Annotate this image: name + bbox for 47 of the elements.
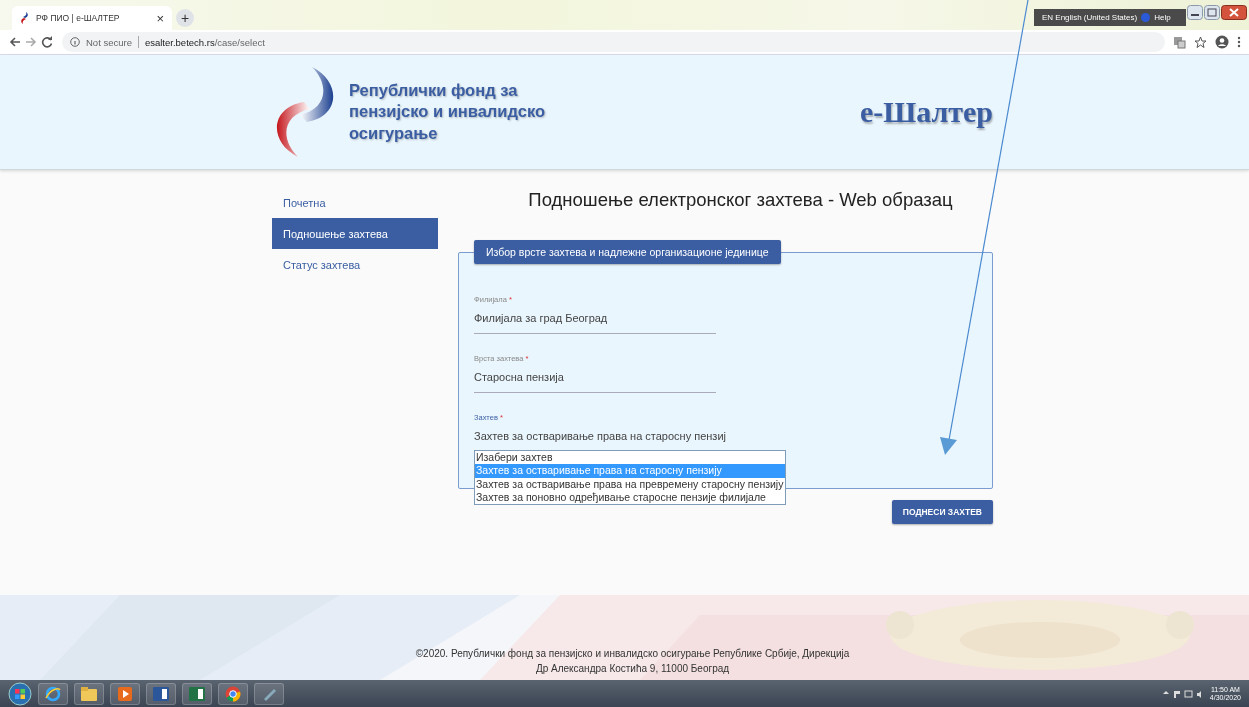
section-heading: Избор врсте захтева и надлежне организационе јединице bbox=[474, 240, 781, 264]
sidebar-item[interactable]: Почетна bbox=[272, 187, 438, 218]
tray-icons[interactable] bbox=[1161, 688, 1202, 699]
dropdown-option[interactable]: Захтев за поновно одређивање старосне пензије филијале bbox=[475, 490, 785, 505]
organization-name: пензијско и инвалидско bbox=[349, 101, 546, 123]
security-label: Not secure bbox=[86, 36, 132, 48]
sidebar-item[interactable]: Статус захтева bbox=[272, 249, 438, 280]
page-title: Подношење електронског захтева - Web образац bbox=[527, 189, 954, 211]
help-label: Help bbox=[1154, 13, 1171, 22]
select-field[interactable]: Филијала за град Београд bbox=[474, 304, 716, 334]
select-field[interactable]: Старосна пензија bbox=[474, 363, 716, 393]
logo-icon bbox=[20, 12, 30, 24]
footer-text: Др Александра Костића 9, 11000 Београд bbox=[535, 662, 730, 676]
reload-icon[interactable] bbox=[40, 35, 54, 49]
dropdown-option[interactable]: Захтев за остваривање права на превремену старосну пензију bbox=[475, 477, 785, 491]
browser-icon[interactable] bbox=[38, 682, 68, 705]
address-bar[interactable]: Not secure esalter.betech.rs/case/select bbox=[62, 32, 1165, 52]
dropdown-option[interactable]: Изабери захтев bbox=[475, 451, 785, 465]
menu-icon[interactable] bbox=[1237, 36, 1241, 48]
close-icon[interactable] bbox=[1221, 5, 1247, 20]
media-player-icon[interactable] bbox=[110, 682, 140, 705]
spreadsheet-icon[interactable] bbox=[182, 682, 212, 705]
chrome-icon[interactable] bbox=[218, 682, 248, 705]
new-tab-button[interactable]: + bbox=[176, 9, 194, 27]
help-icon bbox=[1141, 13, 1151, 22]
back-icon[interactable] bbox=[8, 35, 22, 49]
language-label: EN English (United States) bbox=[1042, 13, 1138, 22]
translate-icon[interactable] bbox=[1173, 35, 1186, 49]
minimize-icon[interactable] bbox=[1187, 5, 1203, 20]
tool-icon[interactable] bbox=[254, 682, 284, 705]
footer-text: ©2020. Републички фонд за пензијско и инвалидско осигурање Републике Србије, Дирекција bbox=[415, 647, 850, 661]
submit-button[interactable]: ПОДНЕСИ ЗАХТЕВ bbox=[891, 500, 993, 524]
organization-name: осигурање bbox=[349, 122, 439, 144]
close-tab-button[interactable]: × bbox=[156, 10, 164, 26]
document-icon[interactable] bbox=[146, 682, 176, 705]
browser-tab[interactable]: РФ ПИО | е-ШАЛТЕР × bbox=[12, 6, 172, 30]
app-title: е-Шалтер bbox=[859, 95, 993, 129]
info-icon bbox=[70, 37, 80, 47]
language-bar[interactable]: EN English (United States) Help bbox=[1034, 9, 1186, 26]
star-icon[interactable] bbox=[1194, 35, 1207, 49]
start-button[interactable] bbox=[8, 681, 32, 706]
sidebar-item[interactable]: Подношење захтева bbox=[272, 218, 438, 249]
folder-icon[interactable] bbox=[74, 682, 104, 705]
profile-icon[interactable] bbox=[1215, 35, 1229, 49]
tab-title: РФ ПИО | е-ШАЛТЕР bbox=[36, 13, 121, 23]
url-text: esalter.betech.rs/case/select bbox=[144, 36, 265, 48]
organization-name: Републички фонд за bbox=[349, 79, 519, 101]
